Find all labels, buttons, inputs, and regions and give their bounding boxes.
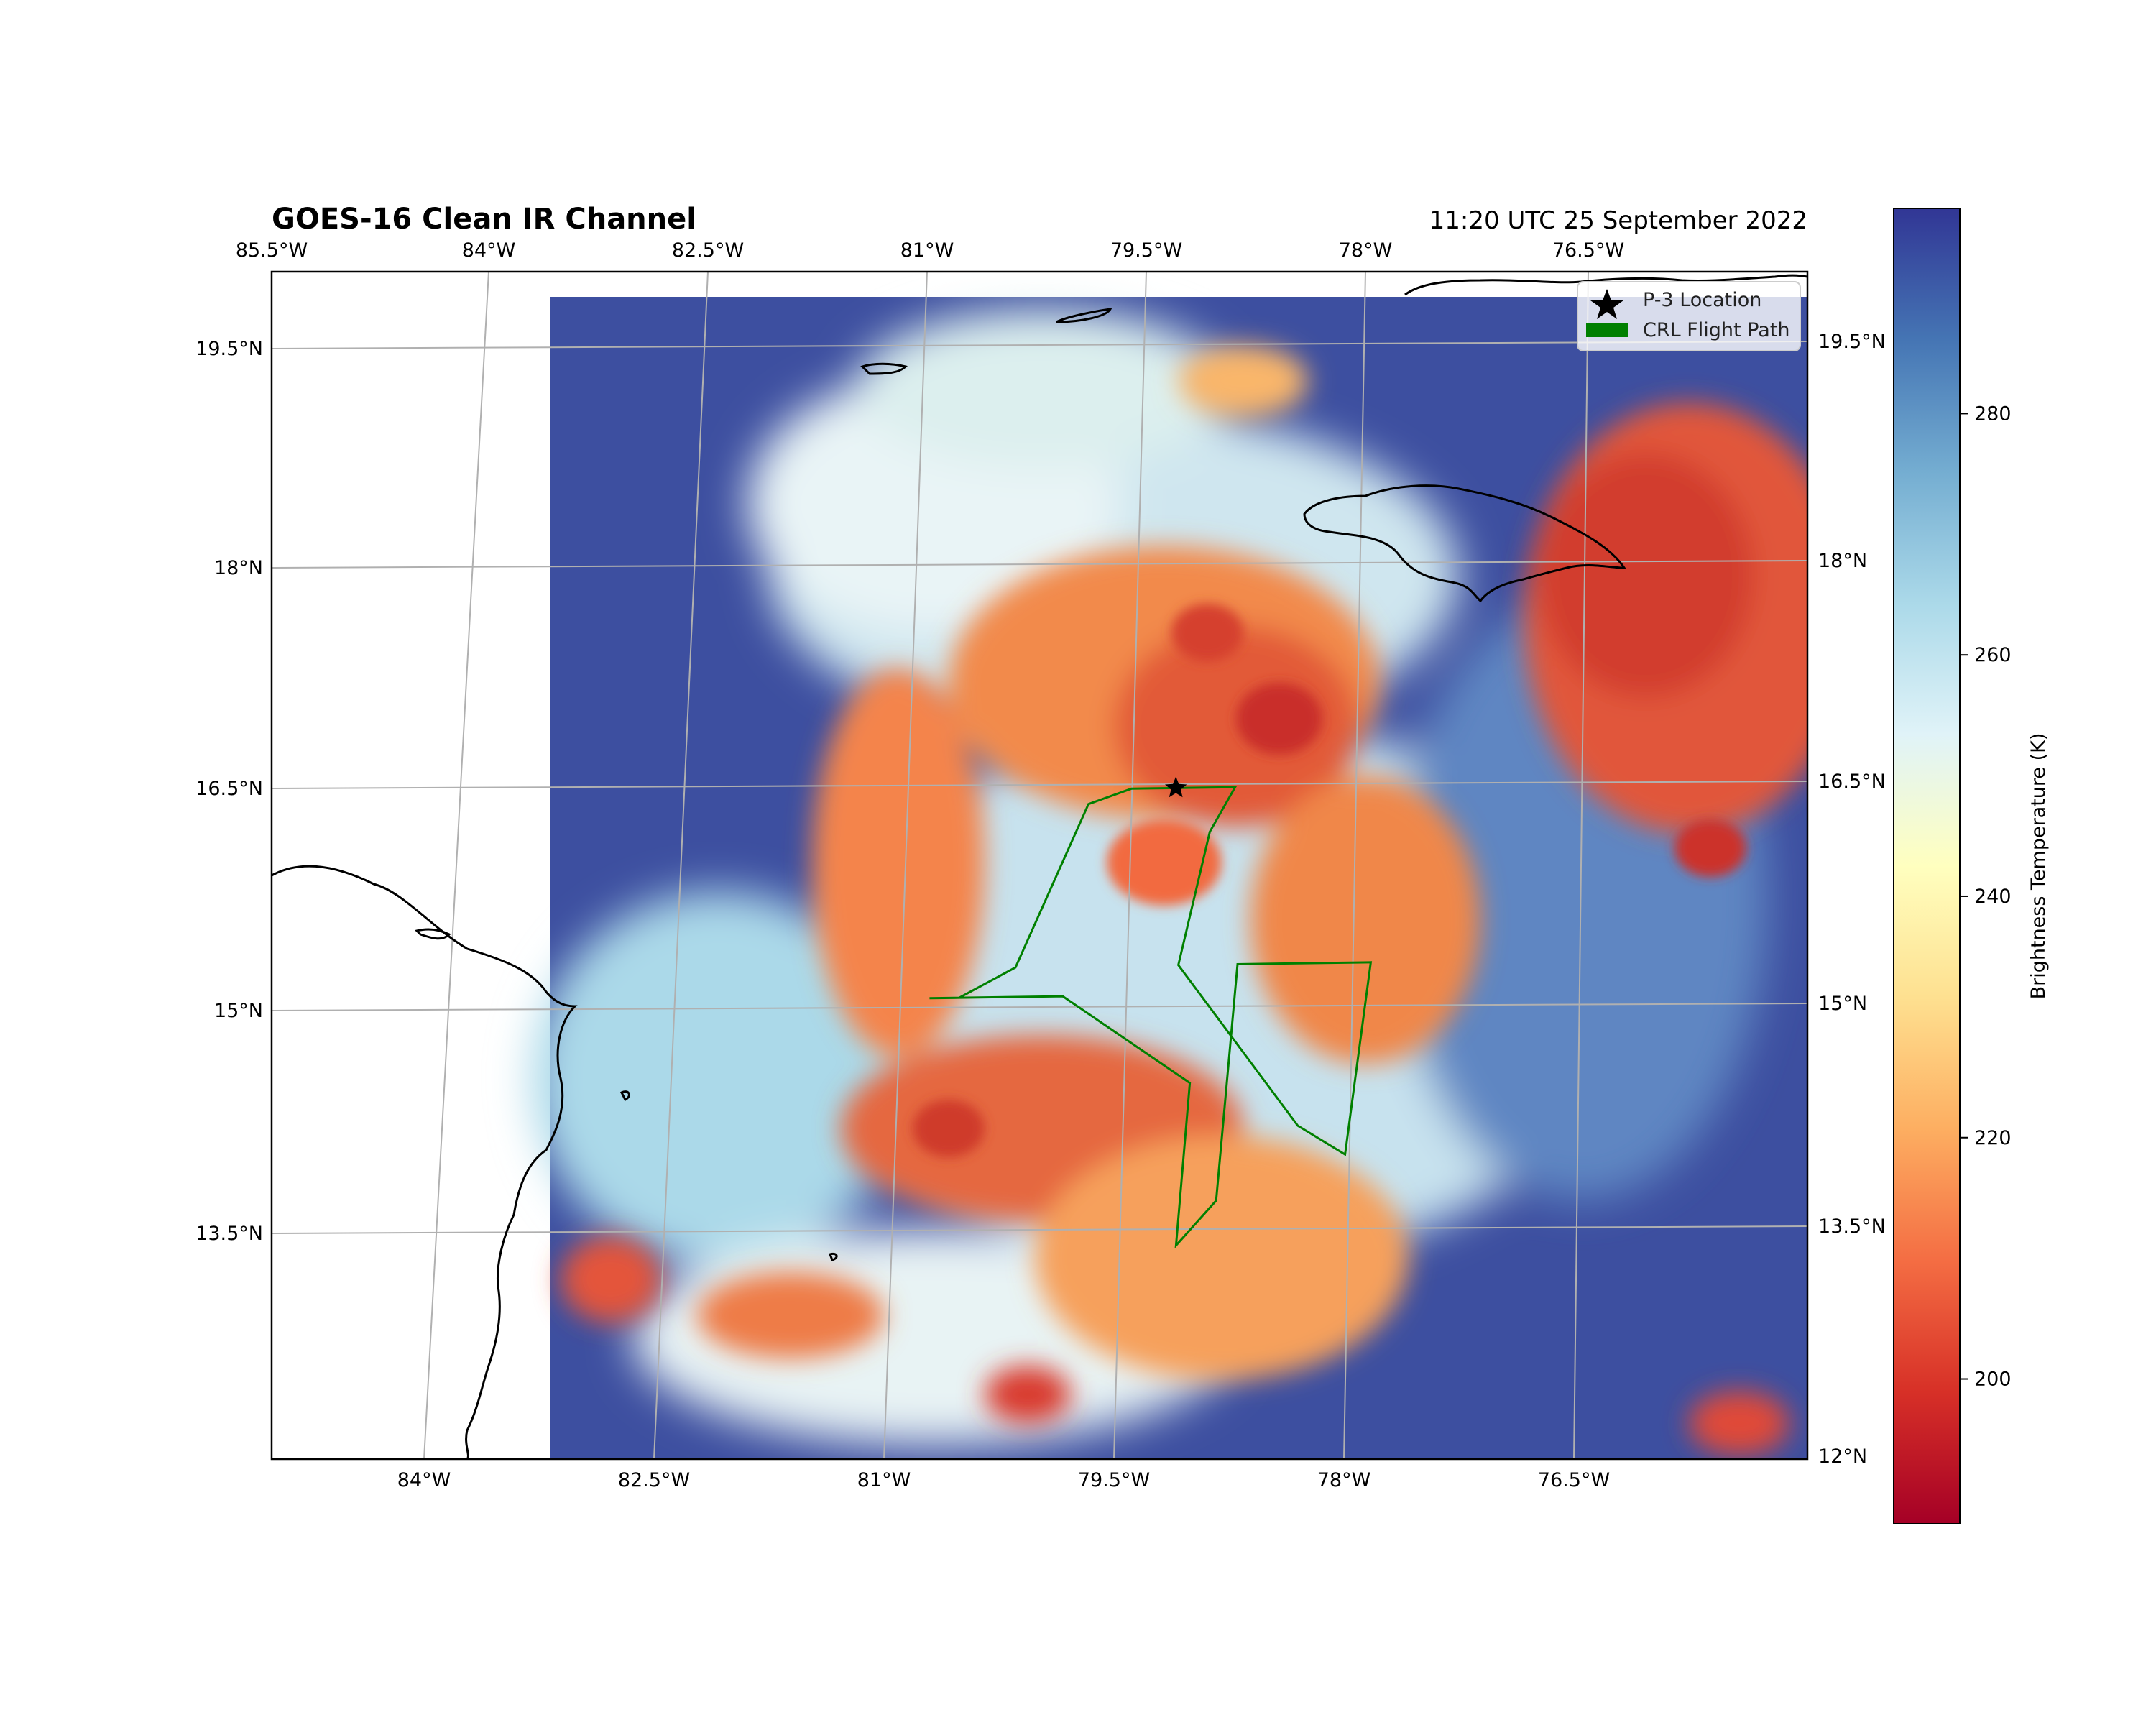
bottom-lon-label: 82.5°W xyxy=(618,1469,690,1491)
top-longitude-labels: 85.5°W 84°W 82.5°W 81°W 79.5°W 78°W 76.5… xyxy=(236,239,1624,262)
colorbar-gradient xyxy=(1893,208,1961,1524)
colorbar-tick-label: 260 xyxy=(1974,644,2012,666)
bottom-lon-label: 78°W xyxy=(1317,1469,1371,1491)
legend-label-p3: P-3 Location xyxy=(1643,289,1761,311)
left-lat-label: 16.5°N xyxy=(195,778,263,800)
colorbar-label: Brightness Temperature (K) xyxy=(2027,733,2050,1000)
top-lon-label: 79.5°W xyxy=(1110,239,1182,262)
colorbar-tick-label: 280 xyxy=(1974,402,2012,425)
right-latitude-labels: 19.5°N 18°N 16.5°N 15°N 13.5°N 12°N xyxy=(1818,331,1886,1468)
figure-title: GOES-16 Clean IR Channel xyxy=(272,203,696,236)
colorbar-tick-label: 240 xyxy=(1974,886,2012,908)
left-lat-label: 18°N xyxy=(214,557,263,579)
figure: GOES-16 Clean IR Channel 11:20 UTC 25 Se… xyxy=(195,203,2050,1524)
right-lat-label: 13.5°N xyxy=(1818,1215,1886,1238)
legend-label-flight-path: CRL Flight Path xyxy=(1643,319,1790,341)
right-lat-label: 18°N xyxy=(1818,550,1867,572)
top-lon-label: 78°W xyxy=(1339,239,1393,262)
bottom-lon-label: 76.5°W xyxy=(1538,1469,1610,1491)
colorbar: 200 220 240 260 280 Brightness Temperature (… xyxy=(1893,208,2050,1524)
bottom-longitude-labels: 84°W 82.5°W 81°W 79.5°W 78°W 76.5°W xyxy=(397,1469,1610,1491)
left-lat-label: 13.5°N xyxy=(195,1223,263,1245)
right-lat-label: 15°N xyxy=(1818,993,1867,1015)
top-lon-label: 84°W xyxy=(462,239,516,262)
left-latitude-labels: 19.5°N 18°N 16.5°N 15°N 13.5°N xyxy=(195,338,263,1245)
top-lon-label: 76.5°W xyxy=(1552,239,1624,262)
legend-flight-path-swatch xyxy=(1586,323,1628,337)
bottom-lon-label: 84°W xyxy=(397,1469,451,1491)
left-lat-label: 19.5°N xyxy=(195,338,263,360)
right-lat-label: 19.5°N xyxy=(1818,331,1886,353)
left-lat-label: 15°N xyxy=(214,1000,263,1022)
top-lon-label: 81°W xyxy=(900,239,954,262)
top-lon-label: 85.5°W xyxy=(236,239,308,262)
top-lon-label: 82.5°W xyxy=(672,239,744,262)
figure-timestamp: 11:20 UTC 25 September 2022 xyxy=(1429,206,1807,235)
colorbar-tick-label: 220 xyxy=(1974,1127,2012,1149)
legend: P-3 Location CRL Flight Path xyxy=(1577,281,1801,351)
map-panel: P-3 Location CRL Flight Path xyxy=(270,270,1809,1460)
bottom-lon-label: 81°W xyxy=(857,1469,911,1491)
satellite-imagery xyxy=(532,297,1807,1459)
colorbar-ticks: 200 220 240 260 280 xyxy=(1960,402,2012,1391)
bottom-lon-label: 79.5°W xyxy=(1078,1469,1150,1491)
colorbar-tick-label: 200 xyxy=(1974,1368,2012,1391)
right-lat-label: 12°N xyxy=(1818,1445,1867,1468)
right-lat-label: 16.5°N xyxy=(1818,770,1886,793)
